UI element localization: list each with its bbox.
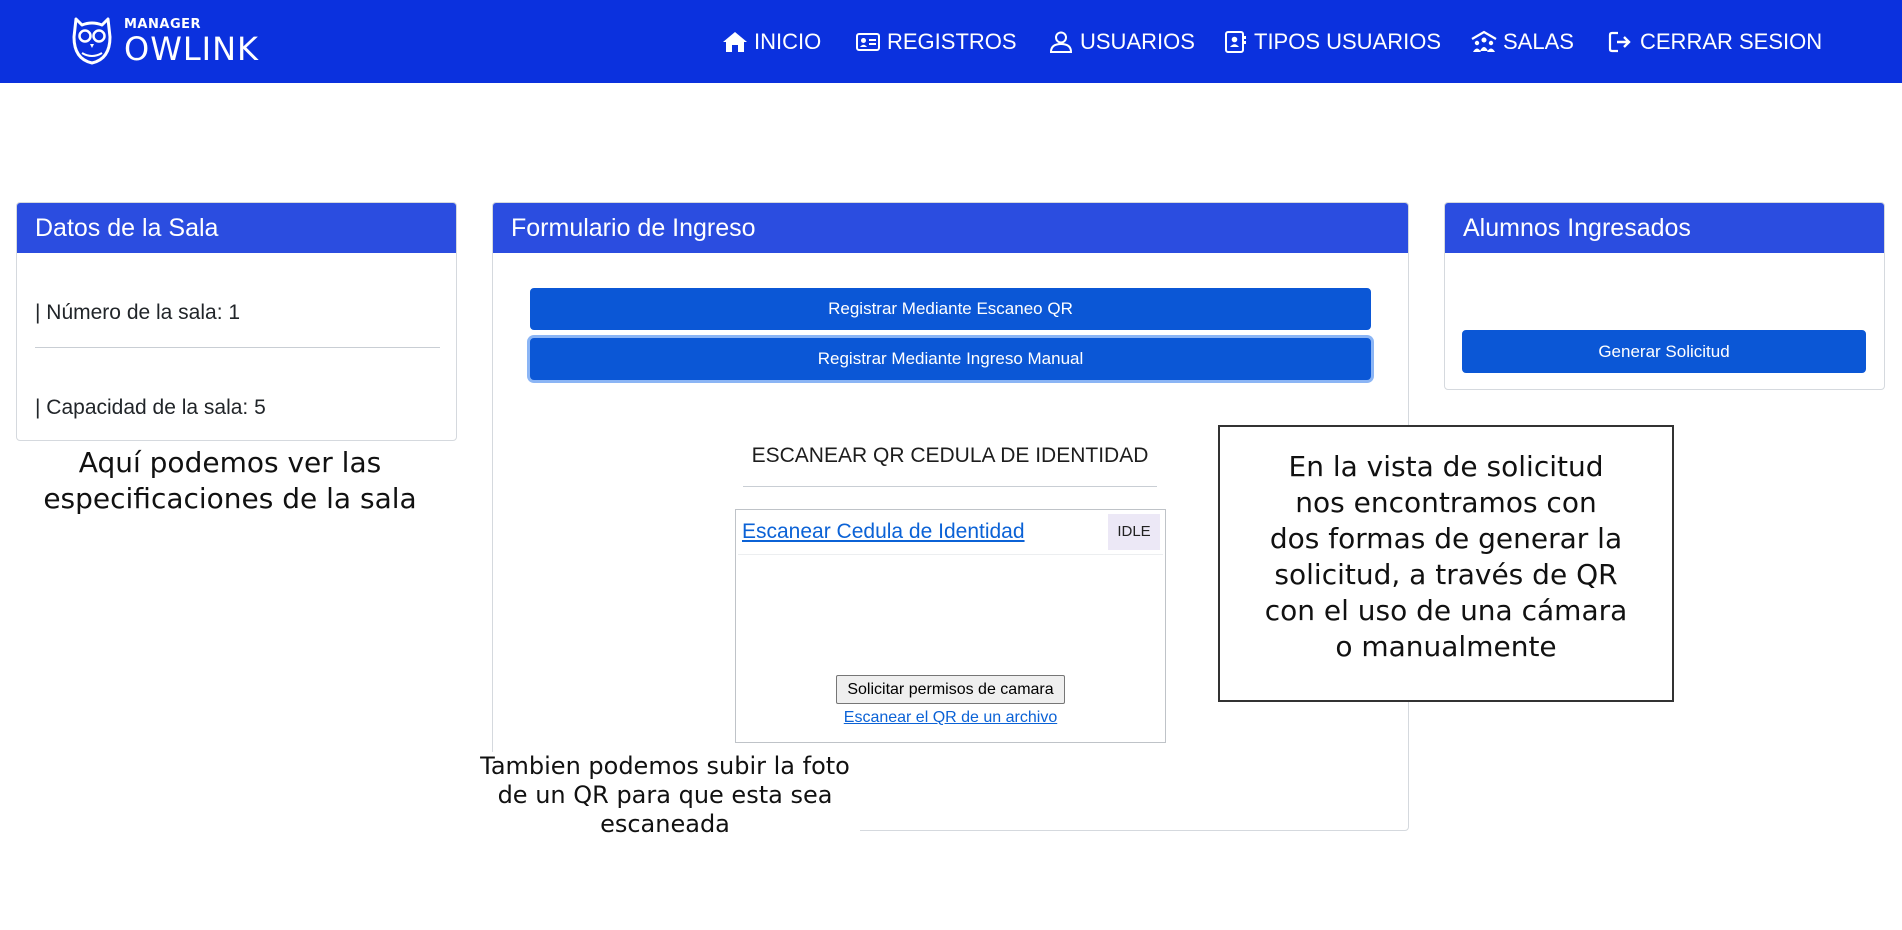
nav-item-salas[interactable]: SALAS — [1471, 0, 1574, 83]
alumnos-card-title: Alumnos Ingresados — [1445, 203, 1884, 253]
register-qr-button[interactable]: Registrar Mediante Escaneo QR — [530, 288, 1371, 330]
id-card-icon — [856, 32, 880, 51]
annotation-solicitud-box: En la vista de solicitud nos encontramos… — [1218, 425, 1674, 702]
people-roof-icon — [1471, 30, 1497, 52]
nav-label: SALAS — [1503, 28, 1574, 54]
nav-item-usuarios[interactable]: USUARIOS — [1048, 0, 1195, 83]
nav-item-inicio[interactable]: INICIO — [722, 0, 821, 83]
home-icon — [723, 31, 747, 52]
top-navbar: MANAGER OWLINK INICIO REGISTROS USUARIOS… — [0, 0, 1902, 83]
nav-label: INICIO — [754, 28, 822, 54]
brand-logo[interactable]: MANAGER OWLINK — [70, 14, 259, 68]
owl-logo-icon — [72, 17, 112, 65]
annotation-solicitud: En la vista de solicitud nos encontramos… — [1264, 450, 1628, 663]
nav-label: TIPOS USUARIOS — [1254, 28, 1442, 54]
sign-out-icon — [1608, 31, 1631, 52]
contact-book-icon — [1225, 30, 1246, 53]
sala-card-title: Datos de la Sala — [17, 203, 456, 253]
scanner-header-divider — [738, 554, 1163, 555]
scan-cedula-link[interactable]: Escanear Cedula de Identidad — [742, 520, 1025, 544]
qr-scanner-region: Escanear Cedula de Identidad IDLE Solici… — [735, 509, 1166, 743]
formulario-card-title: Formulario de Ingreso — [493, 203, 1408, 253]
brand-subtitle: MANAGER — [124, 16, 201, 32]
register-manual-button[interactable]: Registrar Mediante Ingreso Manual — [530, 338, 1371, 380]
scan-section-title: ESCANEAR QR CEDULA DE IDENTIDAD — [751, 444, 1149, 467]
request-camera-permission-button[interactable]: Solicitar permisos de camara — [836, 675, 1065, 704]
scan-qr-from-file-link[interactable]: Escanear el QR de un archivo — [776, 709, 1125, 727]
scanner-status-badge: IDLE — [1108, 514, 1160, 550]
alumnos-card: Alumnos Ingresados Generar Solicitud — [1444, 202, 1885, 390]
sala-card: Datos de la Sala | Número de la sala: 1 … — [16, 202, 457, 441]
annotation-foto: Tambien podemos subir la foto de un QR p… — [470, 752, 860, 839]
nav-label: REGISTROS — [887, 28, 1017, 54]
sala-numero: | Número de la sala: 1 — [35, 301, 241, 324]
nav-label: USUARIOS — [1080, 28, 1195, 54]
sala-capacidad: | Capacidad de la sala: 5 — [35, 396, 266, 419]
nav-item-cerrar-sesion[interactable]: CERRAR SESION — [1608, 0, 1822, 83]
annotation-sala: Aquí podemos ver las especificaciones de… — [43, 446, 417, 515]
nav-label: CERRAR SESION — [1640, 28, 1823, 54]
sala-divider — [35, 347, 440, 348]
nav-item-registros[interactable]: REGISTROS — [855, 0, 1017, 83]
brand-title: OWLINK — [124, 29, 260, 68]
user-icon — [1049, 31, 1073, 53]
nav-item-tipos-usuarios[interactable]: TIPOS USUARIOS — [1222, 0, 1441, 83]
generate-request-button[interactable]: Generar Solicitud — [1462, 330, 1866, 373]
scan-title-divider — [743, 486, 1157, 487]
